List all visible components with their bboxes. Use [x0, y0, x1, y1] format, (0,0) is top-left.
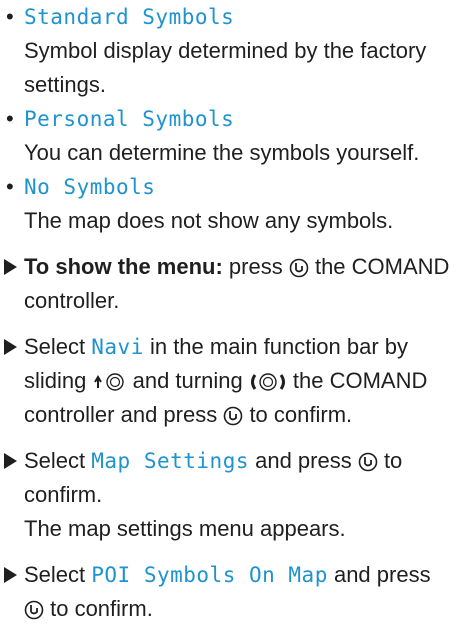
option-description: The map does not show any symbols. — [24, 208, 394, 233]
step-heading: To show the menu: — [24, 254, 223, 279]
step-arrow-icon — [4, 339, 17, 355]
option-description: Symbol display determined by the factory… — [24, 38, 427, 97]
step-text: to confirm. — [243, 402, 353, 427]
step-arrow-icon — [4, 259, 17, 275]
step-text: and press — [327, 562, 431, 587]
bullet-icon: • — [6, 106, 14, 131]
instruction-step: Select Map Settings and press to confirm… — [2, 444, 450, 546]
press-controller-icon — [289, 258, 309, 278]
bullet-icon: • — [6, 4, 14, 29]
instruction-step: Select POI Symbols On Map and press to c… — [2, 558, 450, 626]
press-controller-icon — [24, 600, 44, 620]
step-arrow-icon — [4, 567, 17, 583]
turn-controller-icon — [249, 372, 287, 392]
step-text: and turning — [126, 368, 249, 393]
step-result: The map settings menu appears. — [24, 516, 346, 541]
instruction-step: Select Navi in the main function bar by … — [2, 330, 450, 432]
option-term: Personal Symbols — [24, 107, 235, 131]
menu-term: POI Symbols On Map — [91, 563, 328, 587]
option-item: • No Symbols The map does not show any s… — [2, 170, 450, 238]
option-item: • Standard Symbols Symbol display determ… — [2, 0, 450, 102]
step-text: to confirm. — [44, 596, 153, 621]
menu-term: Map Settings — [91, 449, 249, 473]
option-term: Standard Symbols — [24, 5, 235, 29]
instruction-step: To show the menu: press the COMAND contr… — [2, 250, 450, 318]
option-term: No Symbols — [24, 175, 156, 199]
step-text: Select — [24, 334, 92, 359]
option-item: • Personal Symbols You can determine the… — [2, 102, 450, 170]
press-controller-icon — [223, 406, 243, 426]
bullet-icon: • — [6, 174, 14, 199]
step-text: press — [222, 254, 289, 279]
slide-up-icon — [92, 372, 126, 392]
menu-term: Navi — [91, 335, 144, 359]
manual-page: • Standard Symbols Symbol display determ… — [0, 0, 456, 621]
step-text: Select — [24, 448, 92, 473]
step-text: and press — [248, 448, 358, 473]
press-controller-icon — [358, 452, 378, 472]
option-description: You can determine the symbols yourself. — [24, 140, 420, 165]
step-arrow-icon — [4, 453, 17, 469]
step-text: Select — [24, 562, 92, 587]
